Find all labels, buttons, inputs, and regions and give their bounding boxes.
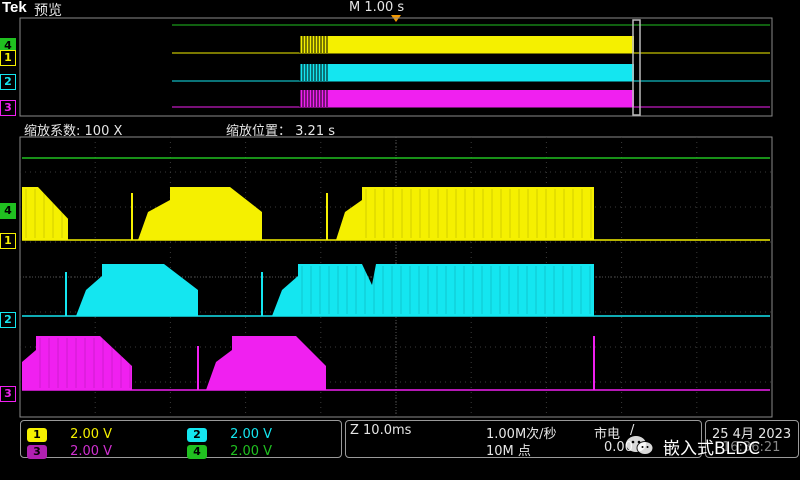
channel-scale-panel[interactable]: 1 2.00 V 2 2.00 V 3 2.00 V 4 2.00 V xyxy=(20,420,342,459)
ch1-level-icon[interactable]: 1 xyxy=(0,233,16,249)
overview-ch1-burst xyxy=(300,36,634,53)
trace-ch1-pulse xyxy=(22,187,68,240)
trace-ch1-pulse xyxy=(138,187,262,240)
ch3-scale[interactable]: 3 2.00 V xyxy=(27,440,112,459)
zoom-timebase: Z 10.0ms xyxy=(350,423,412,438)
overview-ch3-burst xyxy=(300,90,634,107)
trace-ch3-pulse xyxy=(206,336,326,390)
ch3-marker-icon[interactable]: 3 xyxy=(0,100,16,116)
ch2-level-icon[interactable]: 2 xyxy=(0,312,16,328)
zoom-traces xyxy=(22,157,770,391)
overview-ch2-burst xyxy=(300,64,634,81)
trace-ch2-pulse xyxy=(76,264,198,316)
zoom-factor: 缩放系数: 100 X xyxy=(24,124,123,139)
zoom-position: 缩放位置： 3.21 s xyxy=(226,124,336,139)
trace-ch2-pulse xyxy=(272,264,594,316)
trace-ch3-pulse xyxy=(22,336,132,390)
ch2-marker-icon[interactable]: 2 xyxy=(0,74,16,90)
zoom-window-box xyxy=(632,19,641,116)
record-length: 10M 点 xyxy=(486,444,531,459)
overview-traces xyxy=(172,24,770,108)
ch4-level-icon[interactable]: 4 xyxy=(0,203,16,219)
ch1-marker-icon[interactable]: 1 xyxy=(0,50,16,66)
ch3-level-icon[interactable]: 3 xyxy=(0,386,16,402)
watermark-text: 嵌入式BLDC xyxy=(663,439,761,459)
wechat-icon xyxy=(625,434,655,456)
scope-display xyxy=(19,17,773,418)
ch4-scale[interactable]: 4 2.00 V xyxy=(187,440,272,459)
